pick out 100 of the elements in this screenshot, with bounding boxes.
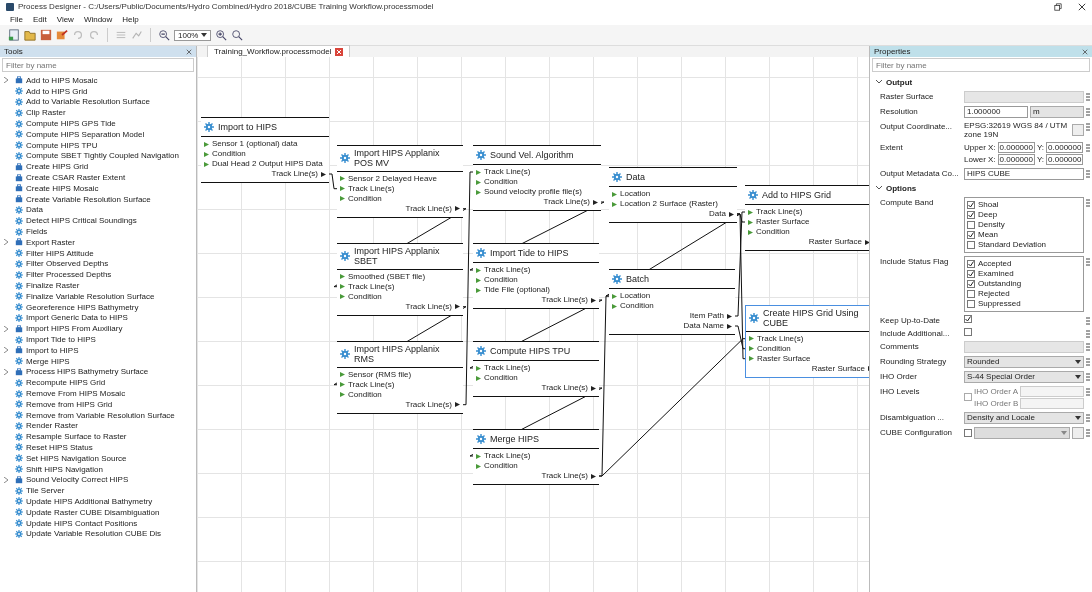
collapse-icon[interactable]: [876, 80, 882, 84]
dropdown[interactable]: Rounded: [964, 355, 1084, 368]
checkbox[interactable]: [967, 240, 975, 249]
tool-item[interactable]: Shift HIPS Navigation: [4, 463, 196, 475]
menu-item[interactable]: Help: [122, 14, 139, 24]
checkbox[interactable]: [964, 428, 972, 437]
tool-item[interactable]: Create Variable Resolution Surface: [4, 193, 196, 205]
menu-icon[interactable]: [1086, 143, 1090, 152]
chevron-icon[interactable]: [4, 347, 8, 354]
port-arrow-icon[interactable]: [591, 385, 596, 391]
checkbox-checked[interactable]: [967, 259, 975, 268]
process-node[interactable]: Import HIPS Applanix POS MV Sensor 2 Delayed Heave Track Line(s) Condition Track Line(s): [337, 145, 463, 218]
checkbox-checked[interactable]: [967, 269, 975, 278]
number-field[interactable]: 1.000000: [964, 105, 1028, 118]
menu-icon[interactable]: [1086, 329, 1090, 338]
tool-item[interactable]: Fields: [4, 226, 196, 237]
text-field[interactable]: HIPS CUBE: [964, 167, 1084, 180]
tool-item[interactable]: Import Generic Data to HIPS: [4, 312, 196, 324]
menu-icon[interactable]: [1086, 372, 1090, 381]
checkbox-checked[interactable]: [967, 210, 975, 219]
tool-item[interactable]: Filter Observed Depths: [4, 258, 196, 270]
browse-button[interactable]: [1072, 123, 1084, 136]
chevron-icon[interactable]: [4, 476, 8, 483]
tool-item[interactable]: Reset HIPS Status: [4, 442, 196, 453]
tool-item[interactable]: Georeference HIPS Bathymetry: [4, 301, 196, 313]
tool-item[interactable]: Resample Surface to Raster: [4, 431, 196, 443]
tool-item[interactable]: Recompute HIPS Grid: [4, 377, 196, 389]
checkbox-checked[interactable]: [964, 314, 972, 323]
tool-item[interactable]: Create HIPS Mosaic: [4, 182, 196, 194]
number-field[interactable]: 0.000000: [1046, 153, 1084, 165]
tool-item[interactable]: Compute SBET Tightly Coupled Navigation: [4, 150, 196, 162]
unit-dropdown[interactable]: m: [1030, 105, 1084, 118]
process-node[interactable]: Batch Location Condition Item Path Data Name: [609, 269, 735, 335]
menu-icon[interactable]: [1086, 198, 1090, 207]
tool-item[interactable]: Compute HIPS TPU: [4, 139, 196, 151]
process-node[interactable]: Import HIPS Applanix RMS Sensor (RMS file) Track Line(s) Condition Track Line(s): [337, 341, 463, 414]
tool-item[interactable]: Update Raster CUBE Disambiguation: [4, 506, 196, 518]
tool-item[interactable]: Clip Raster: [4, 107, 196, 119]
process-node[interactable]: Import to HIPS Sensor 1 (optional) data Condition Dual Head 2 Output HIPS Data Track Line(s): [201, 117, 329, 183]
port-arrow-icon[interactable]: [321, 171, 326, 177]
new-document-icon[interactable]: [8, 29, 20, 41]
port-arrow-icon[interactable]: [455, 304, 460, 310]
collapse-icon[interactable]: [876, 186, 882, 191]
number-field[interactable]: 0.000000: [997, 141, 1035, 153]
menu-icon[interactable]: [1086, 169, 1090, 178]
menu-item[interactable]: View: [56, 14, 74, 24]
port-arrow-icon[interactable]: [729, 211, 734, 217]
tool-item[interactable]: Filter Processed Depths: [4, 269, 196, 281]
menu-icon[interactable]: [1086, 428, 1090, 437]
tool-item[interactable]: Detect HIPS Critical Soundings: [4, 215, 196, 227]
number-field[interactable]: [1020, 397, 1084, 409]
tool-item[interactable]: Remove from HIPS Grid: [4, 398, 196, 410]
tool-item[interactable]: Update HIPS Additional Bathymetry: [4, 496, 196, 507]
browse-button[interactable]: [1072, 426, 1084, 439]
port-arrow-icon[interactable]: [865, 239, 869, 245]
layout-icon[interactable]: [131, 29, 143, 41]
number-field[interactable]: 0.000000: [997, 153, 1035, 165]
menu-icon[interactable]: [1086, 257, 1090, 266]
process-node[interactable]: Import HIPS Applanix SBET Smoothed (SBET file) Track Line(s) Condition Track Line(s): [337, 243, 463, 316]
filter-field[interactable]: Filter by name: [2, 58, 194, 72]
tool-item[interactable]: Merge HIPS: [4, 355, 196, 367]
menu-icon[interactable]: [1086, 342, 1090, 351]
tool-item[interactable]: Render Raster: [4, 420, 196, 432]
chevron-icon[interactable]: [4, 368, 8, 375]
checkbox[interactable]: [967, 299, 975, 308]
menu-item[interactable]: Edit: [32, 14, 47, 24]
tool-item[interactable]: Tile Server: [4, 485, 196, 497]
tool-item[interactable]: Add to HIPS Mosaic: [4, 75, 196, 86]
menu-item[interactable]: Window: [83, 14, 113, 24]
port-arrow-icon[interactable]: [591, 473, 596, 479]
port-arrow-icon[interactable]: [591, 297, 596, 303]
tool-item[interactable]: Update HIPS Contact Positions: [4, 517, 196, 529]
tool-item[interactable]: Add to HIPS Grid: [4, 85, 196, 97]
tool-item[interactable]: Finalize Variable Resolution Surface: [4, 290, 196, 302]
zoom-fit-icon[interactable]: [231, 29, 244, 41]
number-field[interactable]: 0.000000: [1046, 141, 1084, 153]
process-node[interactable]: Merge HIPS Track Line(s) Condition Track Line(s): [473, 429, 599, 485]
save-icon[interactable]: [40, 29, 52, 41]
tool-item[interactable]: Remove from Variable Resolution Surface: [4, 409, 196, 421]
process-node[interactable]: Import Tide to HIPS Track Line(s) Condition Tide File (optional) Track Line(s): [473, 243, 599, 309]
menu-icon[interactable]: [1086, 413, 1090, 422]
tool-item[interactable]: Compute HIPS Separation Model: [4, 129, 196, 140]
text-field[interactable]: [964, 90, 1084, 103]
tool-item[interactable]: Add to Variable Resolution Surface: [4, 96, 196, 108]
dropdown[interactable]: Density and Locale: [964, 411, 1084, 424]
tool-item[interactable]: Process HIPS Bathymetry Surface: [4, 366, 196, 378]
menu-icon[interactable]: [1086, 316, 1090, 325]
tool-item[interactable]: Data: [4, 204, 196, 216]
tool-item[interactable]: Export Raster: [4, 236, 196, 248]
folder-icon[interactable]: [24, 29, 36, 41]
chevron-icon[interactable]: [4, 325, 8, 332]
tool-item[interactable]: Import Tide to HIPS: [4, 334, 196, 345]
close-icon[interactable]: [1078, 2, 1086, 11]
menu-item[interactable]: File: [10, 14, 23, 24]
checkbox[interactable]: [964, 327, 972, 336]
tool-item[interactable]: Sound Velocity Correct HIPS: [4, 474, 196, 486]
checkbox-checked[interactable]: [967, 200, 975, 209]
chevron-icon[interactable]: [4, 239, 8, 246]
tool-item[interactable]: Filter HIPS Attitude: [4, 247, 196, 259]
checkbox[interactable]: [967, 289, 975, 298]
